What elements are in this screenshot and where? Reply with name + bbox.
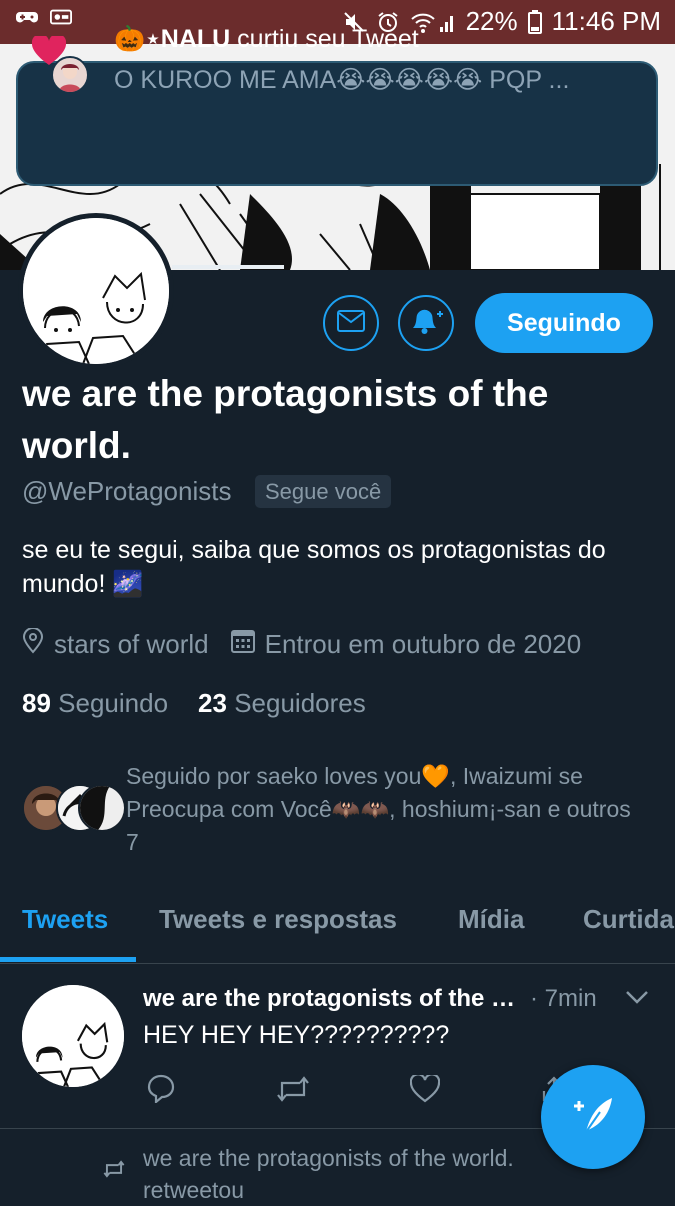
profile-location: stars of world <box>22 627 209 661</box>
followed-by-text[interactable]: Seguido por saeko loves you🧡, Iwaizumi s… <box>126 760 646 859</box>
following-button[interactable]: Seguindo <box>475 293 653 353</box>
reply-icon[interactable] <box>146 1073 176 1108</box>
tweet-author-name[interactable]: we are the protagonists of the world. <box>143 985 523 1013</box>
compose-tweet-button[interactable] <box>541 1065 645 1169</box>
tweet-avatar[interactable] <box>22 985 124 1087</box>
status-bar-left-icons <box>16 8 72 26</box>
notifications-toggle-button[interactable] <box>398 295 454 351</box>
message-button[interactable] <box>323 295 379 351</box>
mail-icon <box>337 309 365 337</box>
tab-tweets[interactable]: Tweets <box>22 904 108 935</box>
follow-counts: 89 Seguindo 23 Seguidores <box>22 688 366 719</box>
active-tab-indicator <box>0 957 136 962</box>
notification-preview: O KUROO ME AMA😭😭😭😭😭 PQP ... <box>114 66 570 94</box>
following-count: 89 <box>22 688 51 718</box>
voicemail-icon <box>50 8 72 26</box>
location-text: stars of world <box>54 629 209 659</box>
battery-percent: 22% <box>465 6 518 36</box>
clock: 11:46 PM <box>551 6 661 36</box>
followers-count: 23 <box>198 688 227 718</box>
profile-handle: @WeProtagonists <box>22 476 232 506</box>
tab-tweets-and-replies[interactable]: Tweets e respostas <box>159 904 397 935</box>
notification-title: 🎃⋆NALU curtiu seu Tweet <box>114 24 419 54</box>
tweet-text: HEY HEY HEY?????????? <box>143 1021 450 1049</box>
profile-tabs: Tweets Tweets e respostas Mídia Curtidas <box>0 880 675 964</box>
retweet-icon[interactable] <box>276 1075 310 1108</box>
compose-feather-icon <box>570 1092 616 1143</box>
profile-name: we are the protagonists of the world. <box>22 373 549 466</box>
location-pin-icon <box>22 627 44 661</box>
following-count-link[interactable]: 89 Seguindo <box>22 688 168 719</box>
tab-media[interactable]: Mídia <box>458 904 524 935</box>
battery-icon <box>527 9 542 34</box>
profile-meta: stars of world Entrou em outubro de 2020 <box>22 627 603 661</box>
followers-label: Seguidores <box>234 688 366 718</box>
bell-plus-icon <box>409 306 443 341</box>
followers-count-link[interactable]: 23 Seguidores <box>198 688 366 719</box>
joined-text: Entrou em outubro de 2020 <box>264 629 582 659</box>
profile-joined: Entrou em outubro de 2020 <box>230 629 582 660</box>
like-icon[interactable] <box>409 1073 441 1108</box>
profile-avatar[interactable] <box>18 213 174 369</box>
notification-avatar <box>51 56 89 94</box>
retweet-small-icon <box>103 1160 125 1183</box>
banner-progress-line <box>172 265 284 269</box>
tweet-time: · 7min <box>530 985 597 1012</box>
gamepad-icon <box>16 8 38 26</box>
following-label: Seguindo <box>58 688 169 718</box>
calendar-icon <box>230 629 255 660</box>
chevron-down-icon[interactable] <box>624 988 650 1011</box>
profile-bio: se eu te segui, saiba que somos os prota… <box>22 536 606 598</box>
retweet-context: we are the protagonists of the world. re… <box>143 1145 514 1203</box>
notification-action: curtiu seu Tweet <box>237 25 419 53</box>
follower-avatar <box>78 784 126 832</box>
followed-by-avatars[interactable] <box>22 784 126 832</box>
tab-likes[interactable]: Curtidas <box>583 904 675 935</box>
notification-actor: 🎃⋆NALU <box>114 25 231 53</box>
follows-you-badge: Segue você <box>255 475 392 508</box>
